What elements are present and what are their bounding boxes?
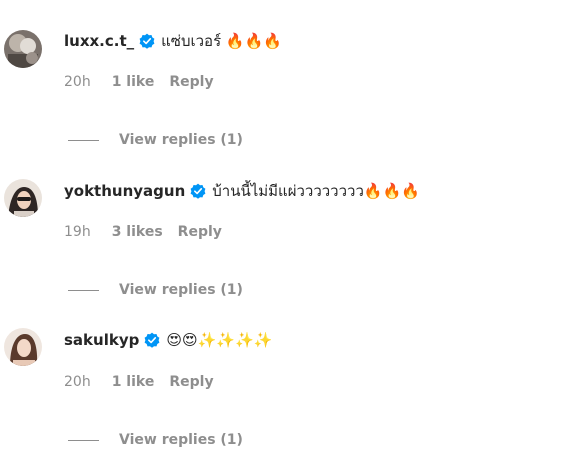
- comment-text: 😍😍✨✨✨✨: [166, 331, 273, 349]
- reply-button[interactable]: Reply: [169, 74, 213, 90]
- replies-divider: [68, 289, 99, 291]
- comment-likes[interactable]: 1 like: [112, 74, 155, 90]
- verified-badge-icon: [139, 33, 155, 49]
- reply-button[interactable]: Reply: [178, 224, 222, 240]
- comment-meta: 19h 3 likes Reply: [64, 223, 222, 241]
- comment-text: บ้านนี้ไม่มีแผ่วววววววว🔥🔥🔥: [212, 182, 420, 200]
- comment-item: luxx.c.t_ แซ่บเวอร์ 🔥🔥🔥 20h 1 like Reply…: [0, 0, 561, 150]
- avatar[interactable]: [4, 179, 42, 217]
- comment-meta: 20h 1 like Reply: [64, 73, 214, 91]
- view-replies-button[interactable]: View replies (1): [68, 131, 243, 149]
- comment-timestamp[interactable]: 20h: [64, 74, 91, 90]
- view-replies-label: View replies (1): [119, 432, 243, 448]
- view-replies-button[interactable]: View replies (1): [68, 281, 243, 299]
- comment-username[interactable]: sakulkyp: [64, 331, 139, 349]
- comment-likes[interactable]: 3 likes: [112, 224, 163, 240]
- view-replies-button[interactable]: View replies (1): [68, 431, 243, 449]
- comment-username[interactable]: luxx.c.t_: [64, 32, 134, 50]
- comment-item: sakulkyp 😍😍✨✨✨✨ 20h 1 like Reply View re…: [0, 300, 561, 450]
- comment-likes[interactable]: 1 like: [112, 374, 155, 390]
- view-replies-label: View replies (1): [119, 282, 243, 298]
- replies-divider: [68, 139, 99, 141]
- comment-username[interactable]: yokthunyagun: [64, 182, 185, 200]
- reply-button[interactable]: Reply: [169, 374, 213, 390]
- comment-line: sakulkyp 😍😍✨✨✨✨: [64, 328, 272, 352]
- view-replies-label: View replies (1): [119, 132, 243, 148]
- verified-badge-icon: [144, 332, 160, 348]
- avatar[interactable]: [4, 328, 42, 366]
- comment-timestamp[interactable]: 19h: [64, 224, 91, 240]
- comment-line: luxx.c.t_ แซ่บเวอร์ 🔥🔥🔥: [64, 29, 282, 53]
- comment-item: yokthunyagun บ้านนี้ไม่มีแผ่วววววววว🔥🔥🔥 …: [0, 150, 561, 300]
- replies-divider: [68, 439, 99, 441]
- comment-meta: 20h 1 like Reply: [64, 373, 214, 391]
- verified-badge-icon: [190, 183, 206, 199]
- comment-text: แซ่บเวอร์ 🔥🔥🔥: [161, 32, 282, 50]
- avatar[interactable]: [4, 30, 42, 68]
- comment-timestamp[interactable]: 20h: [64, 374, 91, 390]
- comment-line: yokthunyagun บ้านนี้ไม่มีแผ่วววววววว🔥🔥🔥: [64, 179, 420, 203]
